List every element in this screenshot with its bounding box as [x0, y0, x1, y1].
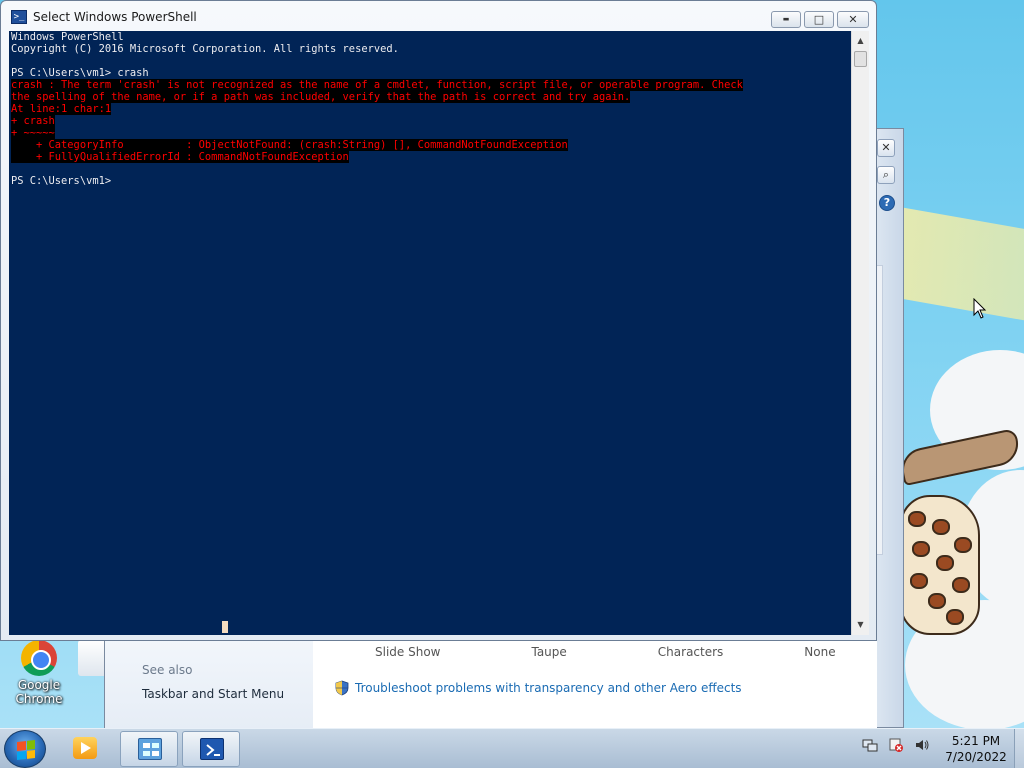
left-pane — [105, 637, 313, 729]
console-error-line: the spelling of the name, or if a path w… — [11, 91, 631, 103]
see-also-heading: See also — [142, 663, 193, 677]
console-error-line: + FullyQualifiedErrorId : CommandNotFoun… — [11, 151, 349, 163]
console-output[interactable]: Windows PowerShell Copyright (C) 2016 Mic… — [9, 31, 851, 635]
console-error-line: + crash — [11, 115, 55, 127]
option-labels: Slide Show Taupe Characters None — [333, 645, 873, 659]
scroll-down-arrow[interactable]: ▼ — [852, 617, 869, 633]
text-cursor — [222, 621, 228, 633]
console-scrollbar[interactable]: ▲ ▼ — [851, 31, 869, 635]
back-window-close-button[interactable]: ✕ — [877, 139, 895, 157]
uac-shield-icon — [335, 680, 349, 696]
console-line: PS C:\Users\vm1> crash — [11, 67, 149, 79]
help-icon[interactable]: ? — [879, 195, 895, 211]
taskbar-start-menu-link[interactable]: Taskbar and Start Menu — [142, 687, 284, 701]
option-label: None — [804, 645, 836, 659]
console-line: Windows PowerShell — [11, 31, 124, 43]
taskbar-powershell[interactable] — [182, 731, 240, 767]
media-player-icon — [73, 737, 97, 759]
console-error-line: At line:1 char:1 — [11, 103, 112, 115]
maximize-button[interactable]: □ — [804, 11, 834, 28]
console-line: PS C:\Users\vm1> — [11, 175, 112, 187]
scrollbar-thumb[interactable] — [854, 51, 867, 67]
troubleshoot-link[interactable]: Troubleshoot problems with transparency … — [335, 680, 742, 696]
console-error-line: + CategoryInfo : ObjectNotFound: (crash:… — [11, 139, 568, 151]
console-line: Copyright (C) 2016 Microsoft Corporation… — [11, 43, 399, 55]
taskbar: 5:21 PM 7/20/2022 — [0, 728, 1024, 768]
chrome-icon — [21, 640, 57, 676]
console-error-line: crash : The term 'crash' is not recogniz… — [11, 79, 743, 91]
window-title-bar[interactable]: >_ Select Windows PowerShell — [11, 10, 197, 24]
control-panel-icon — [138, 738, 162, 760]
windows-start-icon[interactable] — [4, 730, 46, 768]
minimize-button[interactable]: ▬ — [771, 11, 801, 28]
search-icon[interactable]: ⌕ — [877, 166, 895, 184]
desktop-icon-label: Google Chrome — [15, 678, 63, 706]
clock-date: 7/20/2022 — [945, 750, 1007, 764]
option-label: Slide Show — [375, 645, 441, 659]
taskbar-clock[interactable]: 5:21 PM 7/20/2022 — [940, 733, 1012, 765]
system-tray — [862, 737, 930, 753]
network-icon[interactable] — [862, 737, 878, 753]
taskbar-media-player[interactable] — [56, 731, 114, 767]
close-button[interactable]: ✕ — [837, 11, 869, 28]
action-center-icon[interactable] — [888, 737, 904, 753]
powershell-icon: >_ — [11, 10, 27, 24]
show-desktop-button[interactable] — [1014, 729, 1024, 768]
console-error-line: + ~~~~~ — [11, 127, 55, 139]
volume-icon[interactable] — [914, 737, 930, 753]
taskbar-control-panel[interactable] — [120, 731, 178, 767]
powershell-icon — [200, 738, 224, 760]
scroll-up-arrow[interactable]: ▲ — [852, 33, 869, 49]
desktop-icon-chrome[interactable]: Google Chrome — [8, 640, 70, 706]
window-title: Select Windows PowerShell — [33, 10, 197, 24]
option-label: Taupe — [531, 645, 567, 659]
powershell-window: >_ Select Windows PowerShell ▬ □ ✕ Windo… — [0, 0, 877, 641]
mouse-cursor-icon — [973, 298, 987, 319]
clock-time: 5:21 PM — [951, 734, 1001, 748]
wallpaper-giraffe-body — [900, 495, 980, 635]
option-label: Characters — [657, 645, 724, 659]
troubleshoot-link-label[interactable]: Troubleshoot problems with transparency … — [355, 681, 742, 695]
